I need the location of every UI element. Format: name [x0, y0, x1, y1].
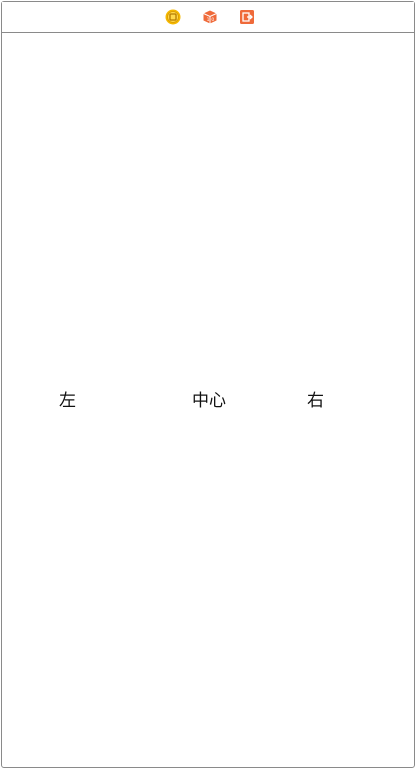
- exit-icon[interactable]: [239, 9, 255, 25]
- label-right[interactable]: 右: [307, 391, 324, 411]
- view-controller-icon[interactable]: [165, 9, 181, 25]
- scene-dock: 1 0: [2, 2, 414, 33]
- label-center[interactable]: 中心: [192, 391, 226, 411]
- svg-text:1: 1: [207, 17, 210, 23]
- svg-text:0: 0: [211, 17, 214, 23]
- view-controller-scene[interactable]: 1 0 左 中心 右: [1, 1, 415, 768]
- label-left[interactable]: 左: [59, 391, 76, 411]
- root-view[interactable]: 左 中心 右: [2, 33, 414, 767]
- first-responder-icon[interactable]: 1 0: [202, 9, 218, 25]
